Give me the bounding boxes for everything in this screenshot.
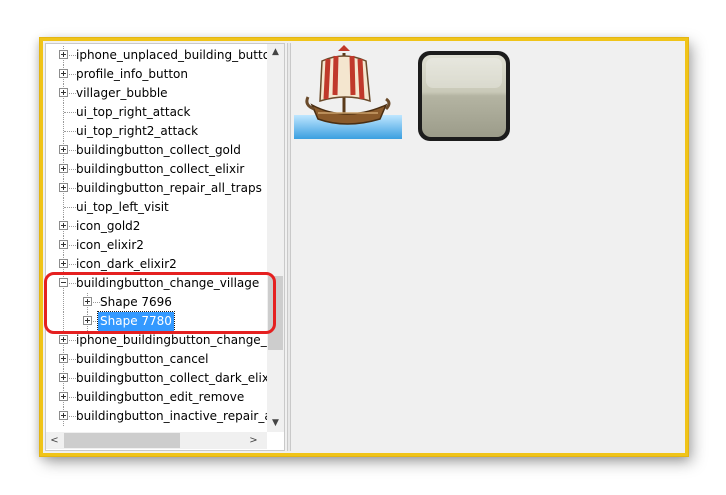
expand-icon[interactable] (59, 88, 68, 97)
tree-item[interactable]: ui_top_right2_attack (46, 122, 267, 141)
tree-item-label: profile_info_button (76, 67, 188, 81)
tree-item-label: buildingbutton_collect_elixir (76, 162, 245, 176)
scroll-left-button[interactable]: < (46, 432, 63, 449)
expand-icon[interactable] (59, 411, 68, 420)
tree-item[interactable]: icon_elixir2 (46, 236, 267, 255)
tree-item[interactable]: iphone_unplaced_building_butto (46, 46, 267, 65)
expand-icon[interactable] (59, 392, 68, 401)
expand-icon[interactable] (59, 145, 68, 154)
tree-item[interactable]: buildingbutton_edit_remove (46, 388, 267, 407)
tree-item-label: buildingbutton_repair_all_traps (76, 181, 262, 195)
ship-icon (294, 45, 402, 139)
tree-item-label: buildingbutton_inactive_repair_al (76, 409, 267, 423)
horizontal-scrollbar[interactable]: < > (46, 432, 267, 449)
symbol-tree: iphone_unplaced_building_butto profile_in… (46, 44, 267, 432)
scroll-down-button[interactable]: ▼ (267, 415, 284, 432)
tree-item[interactable]: buildingbutton_collect_dark_elixi (46, 369, 267, 388)
tree-item-label: villager_bubble (76, 86, 168, 100)
scroll-right-button[interactable]: > (245, 432, 262, 449)
tree-item[interactable]: ui_top_left_visit (46, 198, 267, 217)
tree-item-label: icon_gold2 (76, 219, 141, 233)
window-frame: iphone_unplaced_building_butto profile_in… (40, 38, 688, 456)
blank-button-shape (418, 51, 510, 141)
tree-item[interactable]: buildingbutton_repair_all_traps (46, 179, 267, 198)
expand-icon[interactable] (59, 69, 68, 78)
tree-item[interactable]: villager_bubble (46, 84, 267, 103)
tree-item[interactable]: buildingbutton_collect_gold (46, 141, 267, 160)
scroll-up-button[interactable]: ▲ (267, 44, 284, 61)
expand-icon[interactable] (59, 50, 68, 59)
tree-item-label: buildingbutton_collect_gold (76, 143, 241, 157)
highlight-annotation (44, 272, 276, 334)
tree-item[interactable]: buildingbutton_collect_elixir (46, 160, 267, 179)
expand-icon[interactable] (59, 335, 68, 344)
tree-item[interactable]: profile_info_button (46, 65, 267, 84)
panel-splitter[interactable] (287, 43, 291, 451)
expand-icon[interactable] (59, 221, 68, 230)
tree-item-label: ui_top_right2_attack (76, 124, 199, 138)
horizontal-scroll-thumb[interactable] (64, 433, 180, 448)
expand-icon[interactable] (59, 354, 68, 363)
tree-item[interactable]: icon_gold2 (46, 217, 267, 236)
expand-icon[interactable] (59, 373, 68, 382)
tree-item-label: icon_elixir2 (76, 238, 144, 252)
tree-item[interactable]: buildingbutton_cancel (46, 350, 267, 369)
tree-item-label: buildingbutton_collect_dark_elixi (76, 371, 267, 385)
tree-item[interactable]: buildingbutton_inactive_repair_al (46, 407, 267, 426)
expand-icon[interactable] (59, 240, 68, 249)
tree-item[interactable]: ui_top_right_attack (46, 103, 267, 122)
vertical-scrollbar[interactable]: ▲ ▼ (267, 44, 284, 432)
symbol-tree-panel: iphone_unplaced_building_butto profile_in… (45, 43, 285, 451)
tree-item-label: ui_top_left_visit (76, 200, 169, 214)
expand-icon[interactable] (59, 259, 68, 268)
expand-icon[interactable] (59, 183, 68, 192)
expand-icon[interactable] (59, 164, 68, 173)
tree-item-label: ui_top_right_attack (76, 105, 191, 119)
tree-item-label: buildingbutton_cancel (76, 352, 209, 366)
tree-item-label: iphone_unplaced_building_butto (76, 48, 267, 62)
shape-preview-panel (292, 43, 685, 451)
tree-item-label: buildingbutton_edit_remove (76, 390, 245, 404)
